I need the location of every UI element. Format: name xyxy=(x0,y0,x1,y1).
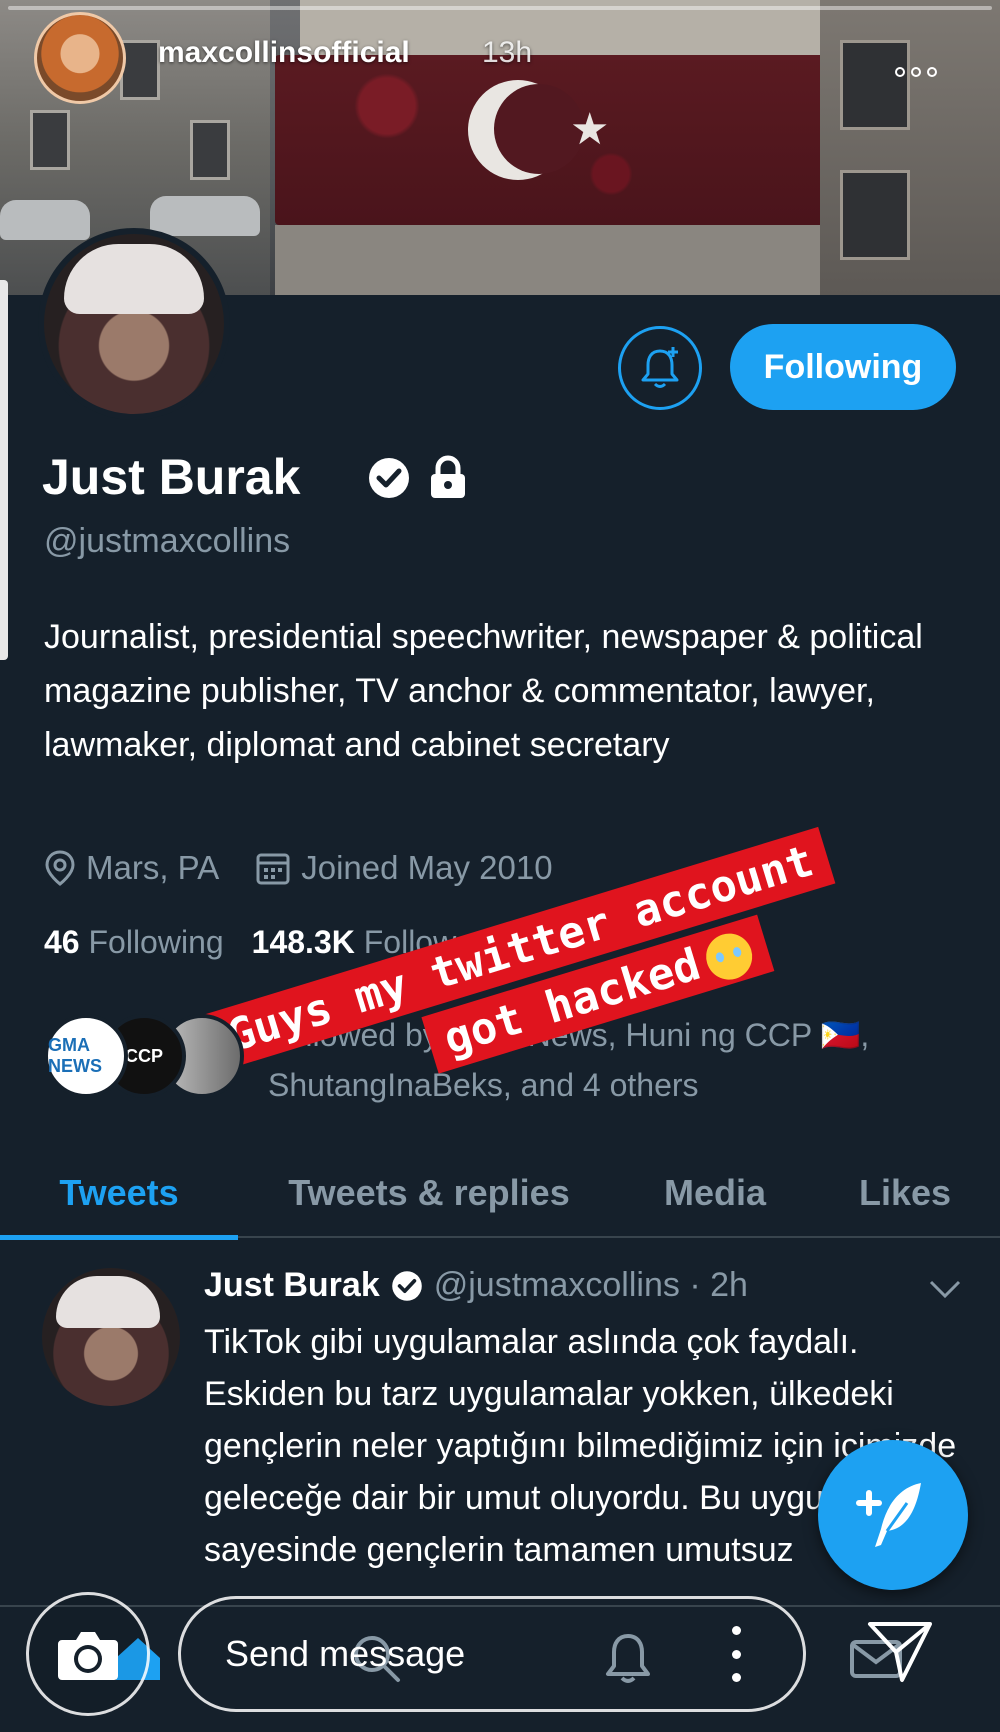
cover-car xyxy=(0,200,90,240)
story-time: 13h xyxy=(482,36,533,69)
tweet-header: Just Burak @justmaxcollins · 2h xyxy=(204,1266,748,1305)
tweet-handle-time: @justmaxcollins · 2h xyxy=(433,1266,748,1304)
story-avatar[interactable] xyxy=(34,12,126,104)
lock-icon xyxy=(431,455,465,498)
compose-feather-icon xyxy=(856,1483,921,1547)
crying-face-icon xyxy=(700,927,758,986)
tab-media[interactable]: Media xyxy=(620,1148,810,1238)
verified-badge-icon xyxy=(369,458,409,498)
following-count: 46 xyxy=(44,924,80,960)
profile-tabs: Tweets Tweets & replies Media Likes xyxy=(0,1148,1000,1240)
location-pin-icon xyxy=(45,850,75,886)
cover-wall-base xyxy=(275,225,835,295)
bell-plus-icon xyxy=(641,347,679,388)
more-options-icon[interactable] xyxy=(726,1626,746,1682)
profile-location: Mars, PA xyxy=(44,849,219,887)
profile-avatar[interactable] xyxy=(38,228,230,420)
flag-star: ★ xyxy=(570,105,610,154)
followed-by-avatars[interactable]: GMA NEWS CCP xyxy=(44,1014,244,1100)
story-camera-button[interactable] xyxy=(26,1592,150,1716)
following-count-link[interactable]: 46 Following xyxy=(44,924,224,961)
cover-building-right xyxy=(820,0,1000,295)
send-message-input[interactable] xyxy=(178,1596,806,1712)
tweet-author-name[interactable]: Just Burak xyxy=(204,1266,380,1305)
profile-handle: @justmaxcollins xyxy=(44,522,291,560)
compose-tweet-button[interactable] xyxy=(818,1440,968,1590)
camera-icon xyxy=(58,1632,118,1680)
following-label: Following xyxy=(88,924,224,960)
following-button[interactable]: Following xyxy=(730,324,956,410)
story-edge-indicator xyxy=(0,280,8,660)
tab-likes[interactable]: Likes xyxy=(810,1148,1000,1238)
send-icon[interactable] xyxy=(864,1614,936,1686)
tab-tweets[interactable]: Tweets xyxy=(0,1148,238,1240)
tab-tweets-replies[interactable]: Tweets & replies xyxy=(238,1148,620,1238)
tweet-avatar[interactable] xyxy=(42,1268,180,1406)
more-dots-icon[interactable] xyxy=(880,58,952,86)
story-text-sticker: Guys my twitter account got hacked xyxy=(183,741,993,1179)
verified-badge-icon xyxy=(391,1270,422,1301)
calendar-icon xyxy=(256,853,290,885)
story-username[interactable]: maxcollinsofficial xyxy=(158,36,410,70)
follower-avatar: GMA NEWS xyxy=(44,1014,128,1098)
profile-bio: Journalist, presidential speechwriter, n… xyxy=(44,618,923,764)
chevron-down-icon[interactable] xyxy=(928,1278,962,1300)
story-progress-bar xyxy=(8,6,992,10)
notify-button[interactable] xyxy=(618,326,702,410)
location-text: Mars, PA xyxy=(86,849,220,886)
cover-car xyxy=(150,196,260,236)
profile-name: Just Burak xyxy=(42,449,301,505)
